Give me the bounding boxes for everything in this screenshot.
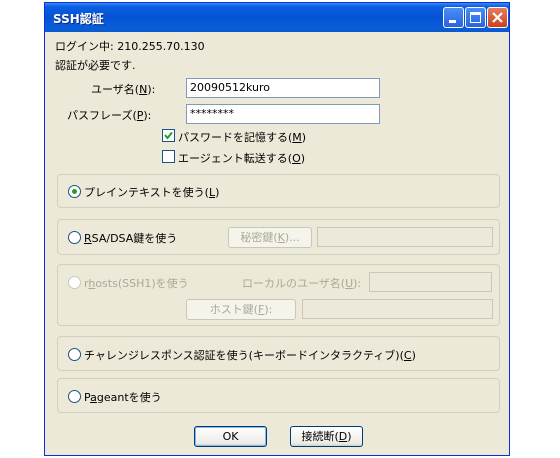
- passphrase-input[interactable]: ********: [186, 104, 380, 124]
- maximize-icon: [470, 12, 481, 23]
- agent-forwarding-checkbox[interactable]: [162, 150, 175, 163]
- pageant-group: Pageantを使う: [57, 378, 500, 413]
- minimize-button[interactable]: [443, 7, 464, 28]
- passphrase-label: パスフレーズ(P):: [67, 109, 152, 122]
- local-username-input[interactable]: [369, 272, 492, 292]
- minimize-icon: [449, 20, 456, 23]
- checkmark-icon: [164, 131, 173, 140]
- challenge-response-label[interactable]: チャレンジレスポンス認証を使う(キーボードインタラクティブ)(C): [84, 347, 416, 363]
- pageant-label[interactable]: Pageantを使う: [84, 389, 162, 405]
- ok-button[interactable]: OK: [194, 426, 267, 447]
- challenge-response-group: チャレンジレスポンス認証を使う(キーボードインタラクティブ)(C): [57, 336, 500, 371]
- username-label: ユーザ名(N):: [91, 83, 156, 96]
- auth-required-text: 認証が必要です.: [55, 59, 136, 72]
- plaintext-label[interactable]: プレインテキストを使う(L): [84, 184, 219, 200]
- rsa-dsa-group: RSA/DSA鍵を使う 秘密鍵(K)...: [57, 219, 500, 255]
- rhosts-radio[interactable]: [68, 276, 81, 289]
- close-icon: [492, 12, 503, 23]
- window-title: SSH認証: [53, 12, 104, 26]
- plaintext-group: プレインテキストを使う(L): [57, 174, 500, 208]
- rhosts-label[interactable]: rhosts(SSH1)を使う: [84, 275, 189, 291]
- rsa-dsa-radio[interactable]: [68, 231, 81, 244]
- username-input[interactable]: 20090512kuro: [186, 78, 380, 98]
- private-key-button[interactable]: 秘密鍵(K)...: [228, 227, 312, 248]
- challenge-response-radio[interactable]: [68, 348, 81, 361]
- agent-forwarding-label[interactable]: エージェント転送する(O): [178, 150, 305, 166]
- disconnect-button[interactable]: 接続断(D): [290, 426, 363, 447]
- local-username-label: ローカルのユーザ名(U):: [242, 277, 362, 290]
- ssh-auth-dialog: SSH認証 ログイン中: 210.255.70.130 認証が必要です. ユーザ…: [44, 2, 510, 456]
- private-key-path-input[interactable]: [317, 227, 493, 247]
- pageant-radio[interactable]: [68, 390, 81, 403]
- title-bar[interactable]: SSH認証: [45, 3, 509, 32]
- rsa-dsa-label[interactable]: RSA/DSA鍵を使う: [84, 230, 177, 246]
- remember-password-checkbox[interactable]: [162, 129, 175, 142]
- host-key-button[interactable]: ホスト鍵(F):: [186, 299, 296, 320]
- host-key-path-input[interactable]: [302, 299, 493, 319]
- login-info: ログイン中: 210.255.70.130: [55, 40, 205, 53]
- close-button[interactable]: [487, 7, 508, 28]
- plaintext-radio[interactable]: [68, 185, 81, 198]
- radio-dot-icon: [72, 189, 77, 194]
- dialog-body: ログイン中: 210.255.70.130 認証が必要です. ユーザ名(N): …: [45, 32, 509, 455]
- remember-password-label[interactable]: パスワードを記憶する(M): [178, 129, 306, 145]
- rhosts-group: rhosts(SSH1)を使う ローカルのユーザ名(U): ホスト鍵(F):: [57, 264, 500, 326]
- maximize-button[interactable]: [465, 7, 486, 28]
